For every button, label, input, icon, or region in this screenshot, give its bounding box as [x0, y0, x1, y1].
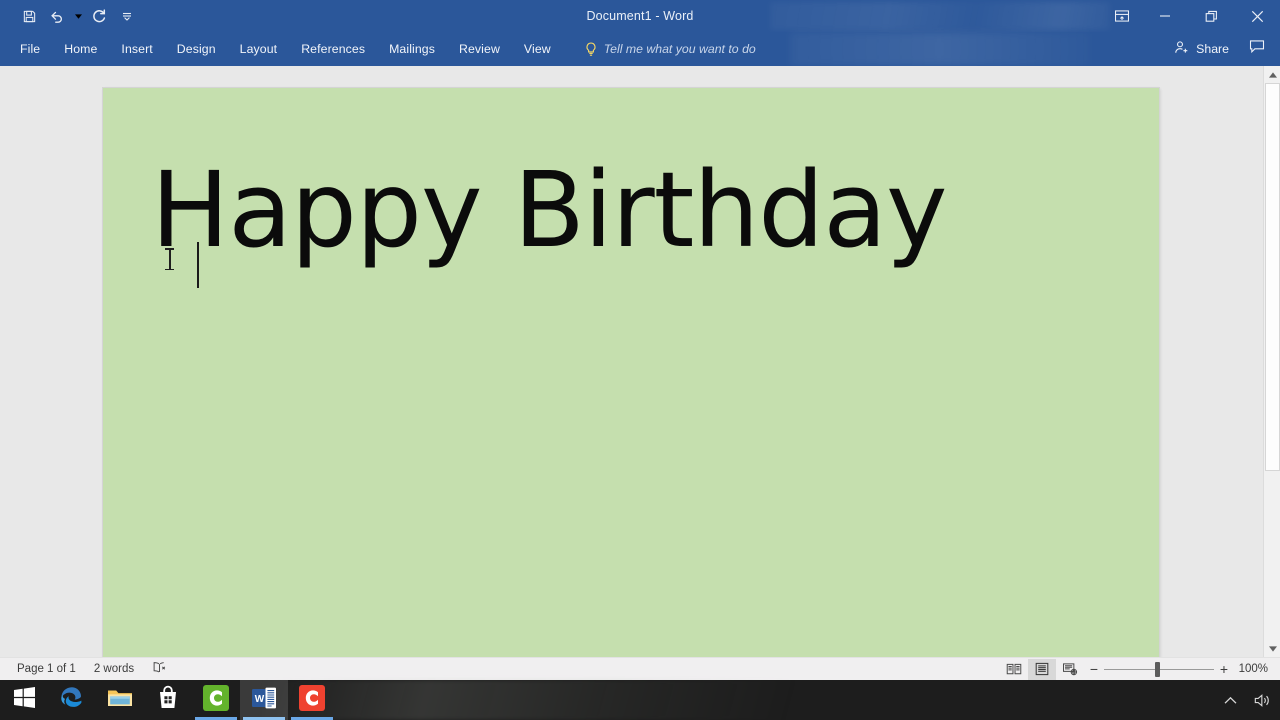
restore-button[interactable] — [1188, 0, 1234, 32]
tell-me-search[interactable]: Tell me what you want to do — [585, 42, 756, 57]
share-person-icon — [1174, 40, 1189, 58]
volume-button[interactable] — [1252, 680, 1272, 720]
taskbar-item-word[interactable]: W — [240, 680, 288, 720]
save-button[interactable] — [16, 4, 42, 28]
scroll-down-icon[interactable] — [1264, 640, 1280, 657]
taskbar-item-file-explorer[interactable] — [96, 680, 144, 720]
tab-mailings[interactable]: Mailings — [377, 32, 447, 66]
tab-home[interactable]: Home — [52, 32, 109, 66]
zoom-slider-thumb[interactable] — [1155, 661, 1160, 677]
tab-file[interactable]: File — [8, 32, 52, 66]
svg-text:W: W — [255, 694, 265, 705]
word-icon: W — [251, 686, 277, 715]
ribbon-display-options-button[interactable] — [1102, 0, 1142, 32]
lightbulb-icon — [585, 42, 597, 57]
ribbon-right-controls: Share — [1165, 32, 1280, 66]
proofing-icon — [152, 661, 167, 677]
zoom-slider[interactable] — [1104, 659, 1214, 680]
zoom-in-button[interactable]: + — [1214, 659, 1234, 680]
word-count-status[interactable]: 2 words — [85, 658, 143, 681]
share-button[interactable]: Share — [1165, 35, 1238, 63]
scrollbar-thumb[interactable] — [1265, 83, 1280, 471]
zoom-level-label[interactable]: 100% — [1234, 663, 1274, 675]
tab-layout[interactable]: Layout — [228, 32, 290, 66]
status-bar: Page 1 of 1 2 words − + 100% — [0, 657, 1280, 680]
start-button[interactable] — [0, 680, 48, 720]
comments-button[interactable] — [1240, 35, 1274, 63]
taskbar-item-camtasia-recorder[interactable] — [288, 680, 336, 720]
ribbon-tab-bar: File Home Insert Design Layout Reference… — [0, 32, 1280, 66]
tab-references[interactable]: References — [289, 32, 377, 66]
window-controls — [1102, 0, 1280, 32]
tab-design[interactable]: Design — [165, 32, 228, 66]
window-title: Document1 - Word — [586, 9, 694, 23]
taskbar-glare — [260, 680, 1020, 720]
comment-icon — [1249, 39, 1265, 59]
taskbar-item-store[interactable] — [144, 680, 192, 720]
folder-icon — [107, 687, 133, 714]
scrollbar-track[interactable] — [1264, 83, 1280, 640]
quick-access-toolbar — [0, 4, 140, 28]
windows-logo-icon — [13, 687, 35, 713]
redo-button[interactable] — [86, 4, 112, 28]
text-caret — [197, 242, 199, 288]
page-number-status[interactable]: Page 1 of 1 — [8, 658, 85, 681]
view-web-layout-button[interactable] — [1056, 659, 1084, 680]
proofing-status-button[interactable] — [143, 658, 176, 681]
system-tray — [1220, 680, 1272, 720]
document-page[interactable]: Happy Birthday — [103, 88, 1159, 657]
undo-dropdown-icon[interactable] — [72, 4, 84, 28]
windows-taskbar: W — [0, 680, 1280, 720]
taskbar-item-edge[interactable] — [48, 680, 96, 720]
view-read-mode-button[interactable] — [1000, 659, 1028, 680]
customize-quick-access-toolbar-button[interactable] — [114, 4, 140, 28]
document-workspace[interactable]: Happy Birthday — [0, 66, 1280, 657]
green-c-icon — [203, 684, 229, 716]
document-body-text[interactable]: Happy Birthday — [151, 155, 948, 265]
word-window: Document1 - Word File Home Insert Design… — [0, 0, 1280, 720]
show-hidden-icons-button[interactable] — [1220, 680, 1240, 720]
minimize-button[interactable] — [1142, 0, 1188, 32]
tell-me-label: Tell me what you want to do — [603, 42, 756, 56]
share-label: Share — [1196, 42, 1229, 56]
view-print-layout-button[interactable] — [1028, 658, 1056, 680]
tab-view[interactable]: View — [512, 32, 563, 66]
store-bag-icon — [156, 685, 180, 715]
status-bar-right: − + 100% — [1000, 658, 1274, 680]
title-bar: Document1 - Word — [0, 0, 1280, 32]
edge-icon — [59, 685, 85, 716]
taskbar-item-camtasia-studio[interactable] — [192, 680, 240, 720]
status-bar-left: Page 1 of 1 2 words — [0, 658, 176, 681]
tab-review[interactable]: Review — [447, 32, 512, 66]
zoom-out-button[interactable]: − — [1084, 659, 1104, 680]
vertical-scrollbar[interactable] — [1263, 66, 1280, 657]
red-c-icon — [299, 684, 325, 716]
undo-button[interactable] — [44, 4, 70, 28]
tab-insert[interactable]: Insert — [109, 32, 164, 66]
close-button[interactable] — [1234, 0, 1280, 32]
scroll-up-icon[interactable] — [1264, 66, 1280, 83]
